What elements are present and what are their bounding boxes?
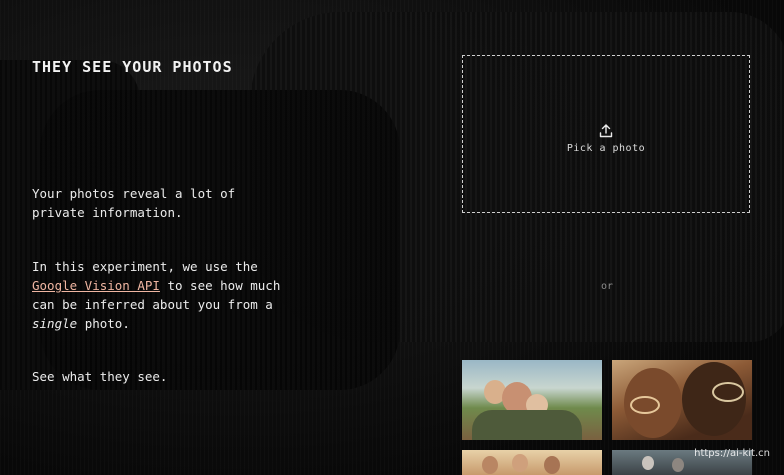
photo-figure [672,458,684,472]
photo-figure [544,456,560,474]
pick-photo-label: Pick a photo [566,142,646,154]
intro-paragraph-2: In this experiment, we use the Google Vi… [32,257,282,333]
glasses-icon [630,396,660,414]
page-title: THEY SEE YOUR PHOTOS [32,58,233,76]
intro-text: photo. [84,316,130,331]
or-divider: or [600,281,614,292]
intro-emphasis: single [32,316,78,331]
google-vision-link[interactable]: Google Vision API [32,278,160,293]
photo-figure [472,410,582,440]
glasses-icon [712,382,744,402]
background-shape [40,90,400,390]
sample-photo-family[interactable] [462,360,602,440]
upload-dropzone[interactable]: Pick a photo [462,55,750,213]
upload-icon [599,123,613,137]
sample-photo-group[interactable] [462,450,602,475]
photo-figure [642,456,654,470]
intro-text: In this experiment, we use the [32,259,258,274]
sample-photo-portrait[interactable] [612,360,752,440]
intro-paragraph-3: See what they see. [32,369,168,384]
watermark-text: https://ai-kit.cn [694,448,770,459]
photo-figure [482,456,498,474]
intro-paragraph-1: Your photos reveal a lot of private info… [32,186,236,220]
photo-figure [512,454,528,472]
